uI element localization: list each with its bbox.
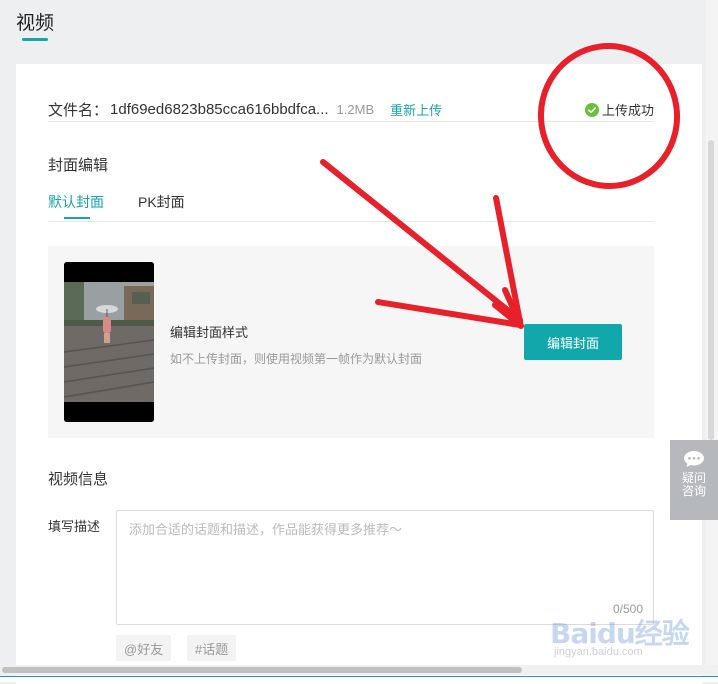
- help-consult-widget[interactable]: 疑问咨询: [670, 440, 718, 520]
- file-name-label: 文件名：: [48, 101, 109, 119]
- cover-section-title: 封面编辑: [48, 157, 109, 174]
- upload-status: 上传成功: [584, 100, 654, 119]
- divider: [48, 221, 654, 222]
- page-tab-video[interactable]: 视频: [16, 8, 54, 35]
- mention-friend-chip[interactable]: @好友: [116, 635, 172, 661]
- help-consult-label: 疑问咨询: [681, 471, 706, 498]
- divider: [48, 121, 654, 122]
- description-textarea[interactable]: 添加合适的话题和描述，作品能获得更多推荐～ 0/500: [116, 510, 654, 625]
- description-placeholder: 添加合适的话题和描述，作品能获得更多推荐～: [129, 522, 403, 537]
- tab-default-cover[interactable]: 默认封面: [48, 192, 104, 212]
- upload-card: 文件名： 1df69ed6823b85cca616bbdfca... 1.2MB…: [16, 64, 702, 684]
- tab-pk-cover[interactable]: PK封面: [138, 192, 185, 212]
- upload-status-text: 上传成功: [601, 103, 654, 118]
- reupload-link[interactable]: 重新上传: [390, 100, 442, 119]
- description-label: 填写描述: [48, 519, 101, 534]
- cover-style-label: 编辑封面样式: [170, 325, 249, 340]
- video-thumbnail: [64, 262, 154, 422]
- active-tab-indicator: [22, 38, 48, 41]
- edit-cover-button[interactable]: 编辑封面: [524, 324, 622, 360]
- video-frame-image: [64, 262, 154, 422]
- file-info-row: 文件名： 1df69ed6823b85cca616bbdfca... 1.2MB…: [48, 96, 654, 122]
- video-info-section-title: 视频信息: [48, 471, 109, 488]
- cover-hint: 如不上传封面，则使用视频第一帧作为默认封面: [170, 352, 423, 366]
- check-circle-icon: [584, 102, 599, 117]
- vertical-scrollbar-thumb[interactable]: [708, 140, 714, 440]
- watermark-url: jingyan.baidu.com: [554, 646, 643, 658]
- baidu-jingyan-watermark: Baidu经验 jingyan.baidu.com: [550, 612, 690, 664]
- bottom-border: [0, 676, 718, 682]
- chat-bubble-icon: [684, 451, 704, 467]
- add-topic-chip[interactable]: #话题: [187, 635, 237, 661]
- file-name: 1df69ed6823b85cca616bbdfca...: [110, 100, 329, 118]
- file-size: 1.2MB: [336, 101, 375, 117]
- cover-tabs: 默认封面 PK封面: [48, 192, 654, 222]
- cover-tab-indicator: [64, 217, 90, 219]
- cover-panel: 编辑封面样式 如不上传封面，则使用视频第一帧作为默认封面 编辑封面: [48, 246, 654, 438]
- horizontal-scrollbar-thumb[interactable]: [2, 667, 522, 673]
